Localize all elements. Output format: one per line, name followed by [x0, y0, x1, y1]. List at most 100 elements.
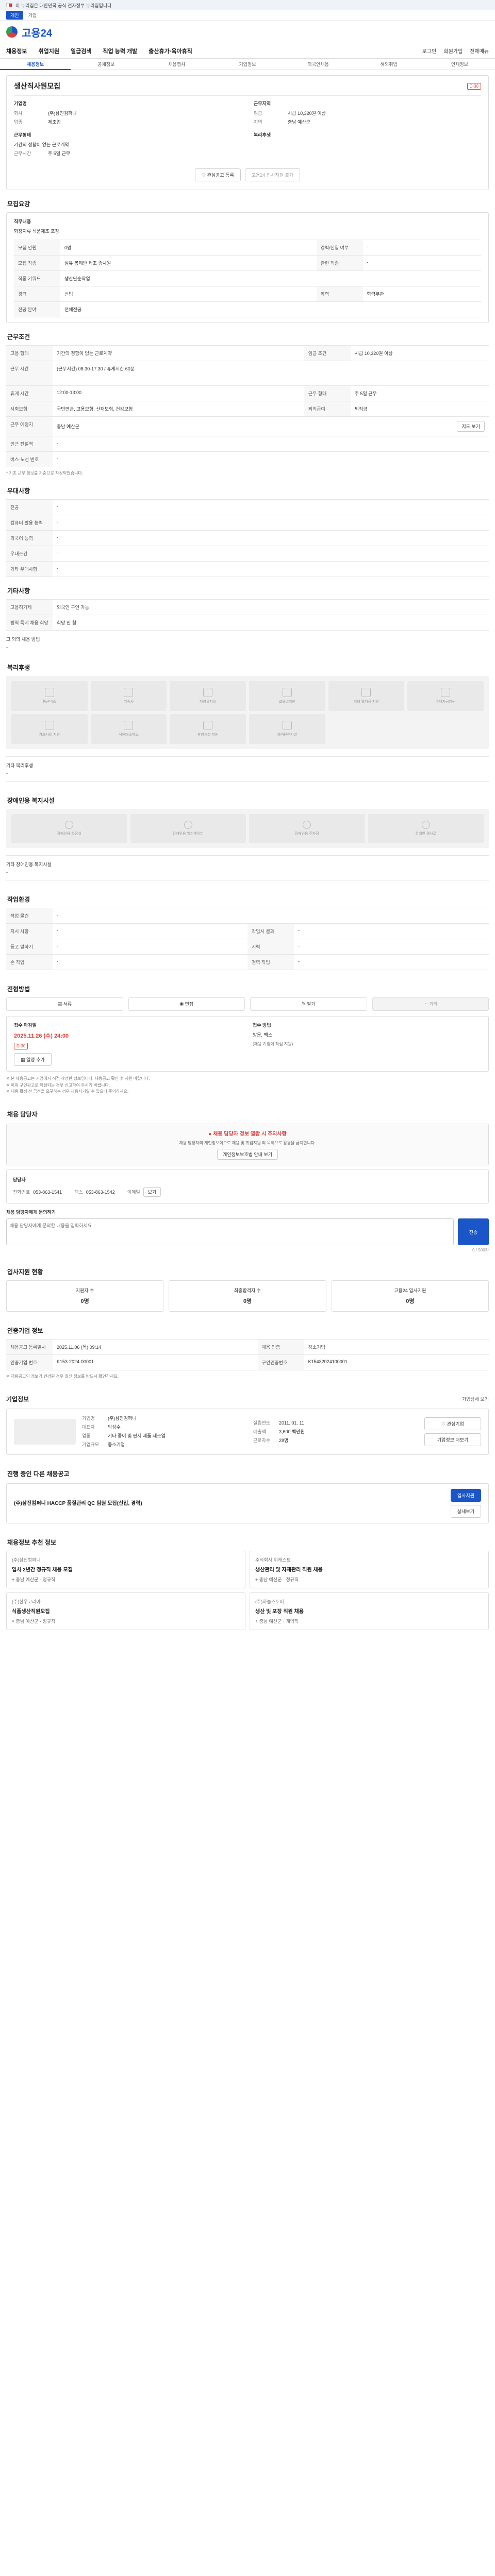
table-row: 우대조건 -	[6, 545, 489, 562]
resort-icon	[203, 720, 213, 730]
recommend-card[interactable]: (주)하늘스토어 생산 및 포장 직원 채용 ⌖ 충남 예산군 · 계약직	[250, 1592, 489, 1631]
heart-icon: ♡	[441, 1421, 447, 1427]
warning-title: ● 채용 담당자 정보 열람 시 주의사항	[208, 1131, 287, 1138]
similar-section-title: 진행 중인 다른 채용공고	[7, 1470, 70, 1478]
location-icon: ⌖	[12, 1619, 16, 1624]
similar-job-title[interactable]: (주)삼진컴퍼니 HACCP 품질관리 QC 팀원 모집(신입, 경력)	[14, 1500, 142, 1507]
nav-item-support[interactable]: 취업지원	[38, 47, 59, 55]
welfare-section-title: 복리후생	[7, 664, 30, 671]
company-detail-button[interactable]: 기업정보 더보기	[424, 1433, 481, 1447]
recommend-card[interactable]: 주식회사 위캐스트 생산관리 및 자재관리 직원 채용 ⌖ 충남 예산군 · 정…	[250, 1551, 489, 1589]
table-row: 작업 물건 -	[6, 907, 489, 924]
tab-personal[interactable]: 개인	[6, 11, 23, 20]
table-row: 채용공고 등록일시 2025.11.06 (목) 09:14 채용 인증 강소기업	[6, 1339, 489, 1355]
subtab-company[interactable]: 기업정보	[212, 61, 283, 67]
company-name[interactable]: (주)삼진컴퍼니	[48, 110, 77, 116]
table-row: 근무 시간 (근무시간) 08:30-17:30 / 휴게시간 60분	[6, 361, 489, 386]
tel-value[interactable]: 053-863-1541	[33, 1190, 62, 1195]
company-sales: 3,600 백만원	[279, 1429, 305, 1434]
employment-type-value: 기간의 정함이 없는 근로계약	[14, 142, 69, 147]
sub-tabs: 채용정보 공채정보 채용행사 기업정보 외국인채용 해외취업 인재정보	[0, 59, 495, 70]
other-method-label: 그 외의 채용 방법	[6, 636, 40, 642]
gov-banner: 이 누리집은 대한민국 공식 전자정부 누리집입니다.	[0, 0, 495, 10]
login-link[interactable]: 로그인	[422, 47, 437, 55]
extra-table: 고용허가제 외국인 구인 가능 병역 특례 채용 희망 희망 안 함	[6, 599, 489, 631]
location-icon: ⌖	[12, 1577, 16, 1583]
map-button[interactable]: 지도 보기	[457, 421, 485, 432]
favorite-company-button[interactable]: ♡ 관심기업	[424, 1417, 481, 1431]
method-interview: ◉ 면접	[128, 997, 245, 1011]
tab-business[interactable]: 기업	[28, 12, 37, 19]
subtab-overseas[interactable]: 해외취업	[354, 61, 424, 67]
salary-value: 시급 10,320원 이상	[288, 111, 326, 116]
industry-value: 제조업	[48, 120, 61, 125]
recommend-card[interactable]: (주)한우코리아 식품생산직원모집 ⌖ 충남 예산군 · 정규직	[6, 1592, 245, 1631]
company-employees: 28명	[279, 1437, 289, 1443]
recommend-card[interactable]: (주)삼진컴퍼니 입사 2년간 정규직 채용 모집 ⌖ 충남 예산군 · 정규직	[6, 1551, 245, 1589]
address-value: 충남 예산군	[57, 424, 79, 429]
subtab-public[interactable]: 공채정보	[71, 61, 141, 67]
table-row: 고용허가제 외국인 구인 가능	[6, 599, 489, 615]
pref-section-title: 우대사항	[7, 487, 30, 495]
welfare-item: 직원대출제도	[90, 714, 167, 744]
similar-job-card[interactable]: (주)삼진컴퍼니 HACCP 품질관리 QC 팀원 모집(신입, 경력) 입사지…	[6, 1483, 489, 1524]
bookmark-button[interactable]: ♡ 관심공고 등록	[194, 168, 241, 181]
apply-note-1: ※ 본 채용공고는 기업에서 직접 작성한 정보입니다. 채용공고 확인 후 지…	[6, 1076, 150, 1081]
tel-label: 전화번호	[13, 1190, 30, 1195]
location-icon: ⌖	[255, 1619, 259, 1624]
company-info-name: (주)삼진컴퍼니	[108, 1415, 137, 1421]
recommend-grid: (주)삼진컴퍼니 입사 2년간 정규직 채용 모집 ⌖ 충남 예산군 · 정규직…	[6, 1551, 489, 1631]
signup-link[interactable]: 회원가입	[443, 47, 463, 55]
company-founded: 2011. 01. 11	[279, 1420, 304, 1426]
welfare-item: 경조사비 지원	[11, 714, 88, 744]
recruit-section-title: 모집요강	[7, 200, 30, 208]
nav-item-jobs[interactable]: 채용정보	[6, 47, 27, 55]
fax-value: 053-863-1542	[86, 1190, 115, 1195]
gift-icon	[44, 720, 54, 730]
company-section-title: 기업정보	[6, 1395, 29, 1403]
table-row: 휴게 시간 12:00-13:00 근무 형태 주 5일 근무	[6, 385, 489, 401]
benefits-label: 복리후생	[254, 132, 271, 138]
table-row: 모집 직종 섬유 봉제반 제조 종사원 관련 직종 -	[14, 255, 481, 271]
work-note: * 기초 근무 정보를 기준으로 작성되었습니다.	[6, 471, 83, 476]
subtab-events[interactable]: 채용행사	[141, 61, 212, 67]
logo-icon[interactable]	[6, 26, 18, 38]
calendar-add-button[interactable]: ▦ 일정 추가	[14, 1053, 52, 1066]
header: 고용24	[0, 21, 495, 43]
nav-item-training[interactable]: 직업 능력 개발	[103, 47, 137, 55]
welfare-item: 체력단련시설	[249, 714, 325, 744]
subtab-talent[interactable]: 인재정보	[424, 61, 495, 67]
subtab-foreign[interactable]: 외국인채용	[283, 61, 354, 67]
table-row: 전공 -	[6, 499, 489, 515]
deadline-value: 2025.11.26 (수) 24:00	[14, 1032, 69, 1039]
inquiry-submit-button[interactable]: 전송	[458, 1218, 489, 1246]
stat-final: 최종합격자 수 0명	[169, 1280, 326, 1312]
email-view-button[interactable]: 보기	[143, 1187, 161, 1197]
company-logo-placeholder	[14, 1419, 76, 1445]
welfare-item: 휴양시설 지원	[170, 714, 246, 744]
all-menu-link[interactable]: 전체메뉴	[470, 47, 489, 55]
table-row: 컴퓨터 활용 능력 -	[6, 514, 489, 531]
disability-grid: 장애인용 화장실 장애인용 엘리베이터 장애인용 주차장 장애인 경사로	[6, 808, 489, 848]
table-row: 직종 키워드 생산단순작업	[14, 270, 481, 286]
similar-apply-button[interactable]: 입사지원	[450, 1489, 481, 1502]
contact-section-title: 채용 담당자	[7, 1111, 38, 1118]
inquiry-textarea[interactable]	[6, 1218, 454, 1246]
welfare-grid: 통근버스 기숙사 차량유지비 교육비지원 자녀 학자금 지원 주택자금지원 경조…	[6, 675, 489, 749]
disability-item: 장애인 경사로	[368, 814, 484, 843]
restroom-icon	[65, 820, 74, 829]
stats-section-title: 입사지원 현황	[7, 1268, 43, 1276]
nav-item-leave[interactable]: 출산휴가·육아휴직	[148, 47, 192, 55]
nav-item-salary[interactable]: 일급검색	[71, 47, 91, 55]
subtab-jobs[interactable]: 채용정보	[0, 59, 71, 70]
nav-right: 로그인 회원가입 전체메뉴	[422, 47, 489, 55]
privacy-guide-button[interactable]: 개인정보보호법 안내 보기	[217, 1149, 278, 1160]
apply-disabled-button[interactable]: 고용24 입사지원 불가	[244, 168, 301, 181]
area-value: 충남 예산군	[288, 120, 310, 125]
table-row: 버스·노선 번호 -	[6, 451, 489, 467]
scholarship-icon	[361, 687, 371, 697]
similar-detail-button[interactable]: 상세보기	[450, 1505, 481, 1518]
brand-logo[interactable]: 고용24	[22, 25, 52, 40]
company-more-link[interactable]: 기업상세 보기	[462, 1396, 489, 1402]
hours-value: 주 5일 근무	[48, 151, 71, 156]
